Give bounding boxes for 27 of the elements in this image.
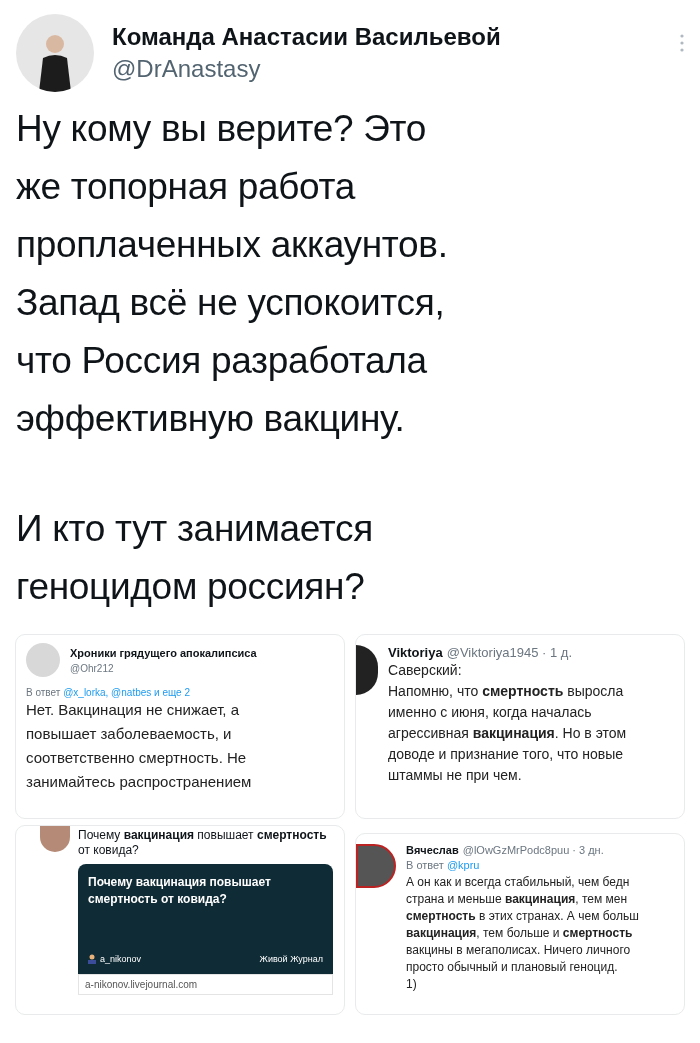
author-handle: @lOwGzMrPodc8puu · 3 дн.	[462, 844, 604, 856]
card-url[interactable]: a-nikonov.livejournal.com	[78, 974, 333, 995]
avatar-icon	[356, 645, 378, 695]
user-icon	[88, 954, 96, 964]
card-author: a_nikonov	[100, 954, 142, 964]
author-name: Хроники грядущего апокалипсиса	[70, 646, 258, 659]
tweet-text: Саверский: Напомню, что смертность выросла именно с июня, когда началась агрессивная вакцинация. Но в этом доводе и признание того, что новые штаммы не при чем.	[388, 661, 627, 785]
author-name: Вячеслав	[406, 844, 459, 856]
card-site: Живой Журнал	[259, 954, 323, 964]
author-handle: @Viktoriya1945 · 1 д.	[446, 645, 572, 660]
tweet-text: Почему вакцинация повышает смертность от ковида?	[78, 828, 328, 858]
author-name: Команда Анастасии Васильевой	[112, 23, 502, 51]
more-icon[interactable]	[680, 34, 684, 52]
tweet-text: Ну кому вы верите? Это же топорная работа проплаченных аккаунтов. Запад всё не успокоится, что Россия разработала эффективную вакцину.	[16, 107, 449, 441]
author-name: Viktoriya	[388, 645, 443, 660]
tweet-text: И кто тут занимается геноцидом россиян?	[16, 507, 375, 609]
reply-label: В ответ	[26, 687, 61, 698]
avatar-icon	[40, 826, 70, 852]
author-handle: @Ohr212	[70, 662, 115, 674]
avatar-icon	[356, 844, 396, 888]
tweet-text: Нет. Вакцинация не снижает, а повышает заболеваемость, и соответственно смертность. Не занимайтесь распространением	[26, 700, 253, 792]
reply-label: В ответ	[406, 859, 444, 871]
card-title: Почему вакцинация повышает смертность от ковида?	[88, 874, 272, 908]
link-card[interactable]: Почему вакцинация повышает смертность от ковида? a_nikonov Живой Журнал	[78, 864, 333, 974]
tweet-text: А он как и всегда стабильный, чем бедн страна и меньше вакцинация, тем мен смертность в этих странах. А чем больш вакцинация, тем больше и смертность вакцины в мегаполисах. Ничего личного просто обычный и плановый геноцид. 1)	[406, 874, 639, 993]
avatar-icon	[26, 643, 60, 677]
author-handle: @DrAnastasy	[112, 55, 262, 83]
